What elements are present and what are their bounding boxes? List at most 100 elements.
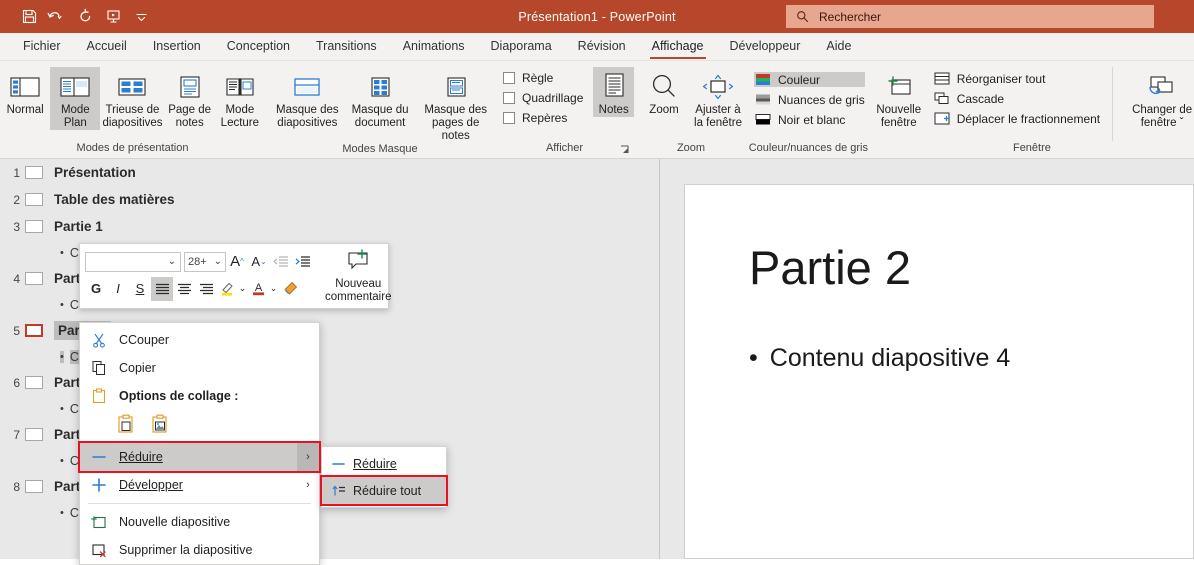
show-checkbox-group: Règle Quadrillage Repères bbox=[495, 67, 589, 125]
outline-row-3[interactable]: 3 Partie 1 bbox=[0, 213, 659, 240]
checkbox-quadrillage[interactable]: Quadrillage bbox=[503, 91, 583, 105]
slide-thumbnail[interactable] bbox=[25, 193, 43, 206]
paste-keep-text-icon[interactable] bbox=[116, 414, 136, 437]
ribbon-button-zoom[interactable]: Zoom bbox=[640, 67, 688, 117]
slide-canvas[interactable]: Partie 2 • Contenu diapositive 4 bbox=[684, 184, 1194, 559]
tab-transitions[interactable]: Transitions bbox=[303, 33, 390, 60]
slide-thumbnail[interactable] bbox=[25, 166, 43, 179]
redo-icon[interactable] bbox=[72, 5, 98, 29]
font-size-dropdown[interactable]: 28+ ⌄ bbox=[184, 251, 226, 272]
ribbon-item-noir-et-blanc[interactable]: Noir et blanc bbox=[754, 112, 865, 127]
slide-thumbnail[interactable] bbox=[25, 428, 43, 441]
ribbon-button-changer-de-fenetre[interactable]: Changer de fenêtre ˇ bbox=[1129, 67, 1194, 130]
outline-row-2[interactable]: 2 Table des matières bbox=[0, 186, 659, 213]
ribbon-button-handout-master[interactable]: Masque du document bbox=[344, 67, 417, 130]
decrease-indent-icon[interactable] bbox=[270, 250, 292, 274]
grayscale-icon bbox=[754, 92, 772, 107]
align-center-button[interactable] bbox=[173, 277, 195, 301]
increase-indent-icon[interactable] bbox=[292, 250, 314, 274]
context-menu[interactable]: CCouper Copier Options de collage : Rédu… bbox=[78, 322, 321, 565]
submenu-label: Réduire tout bbox=[353, 483, 422, 498]
align-right-button[interactable] bbox=[195, 277, 217, 301]
ribbon-group-title: Modes Masque bbox=[342, 143, 418, 155]
paste-picture-icon[interactable] bbox=[150, 414, 170, 437]
slide-thumbnail[interactable] bbox=[25, 480, 43, 493]
submenu-item-reduire-tout[interactable]: Réduire tout bbox=[320, 475, 448, 506]
italic-button[interactable]: I bbox=[107, 277, 129, 301]
collapse-all-icon bbox=[331, 484, 353, 498]
ribbon-button-fit-to-window[interactable]: Ajuster à la fenêtre bbox=[688, 67, 748, 130]
tab-animations[interactable]: Animations bbox=[390, 33, 478, 60]
ribbon-button-reading-view[interactable]: Mode Lecture bbox=[215, 67, 265, 130]
chevron-down-icon[interactable]: ⌄ bbox=[237, 277, 248, 301]
bold-button[interactable]: G bbox=[85, 277, 107, 301]
slide-thumbnail[interactable] bbox=[25, 324, 43, 337]
checkbox-reperes[interactable]: Repères bbox=[503, 111, 583, 125]
context-menu-item-couper[interactable]: CCouper bbox=[80, 326, 319, 354]
ribbon-button-slide-sorter[interactable]: Trieuse de diapositives bbox=[100, 67, 164, 130]
highlight-color-button[interactable] bbox=[217, 277, 237, 301]
font-name-dropdown[interactable]: ⌄ bbox=[85, 251, 181, 272]
align-left-button[interactable] bbox=[151, 276, 173, 301]
font-color-button[interactable]: A bbox=[248, 277, 268, 301]
slide-thumbnail[interactable] bbox=[25, 376, 43, 389]
grow-font-icon[interactable]: A ^ bbox=[226, 250, 248, 274]
new-comment-button[interactable]: Nouveau commentaire bbox=[325, 244, 391, 308]
context-menu-item-developper[interactable]: Développer › bbox=[80, 471, 319, 499]
search-input[interactable]: Rechercher bbox=[786, 5, 1154, 28]
tab-diaporama[interactable]: Diaporama bbox=[478, 33, 565, 60]
tab-affichage[interactable]: Affichage bbox=[639, 33, 717, 60]
ribbon-button-normal[interactable]: Normal bbox=[0, 67, 50, 117]
ribbon-group-title: Couleur/nuances de gris bbox=[748, 142, 868, 154]
save-icon[interactable] bbox=[16, 5, 42, 29]
underline-button[interactable]: S bbox=[129, 277, 151, 301]
ribbon-button-notes-master[interactable]: Masque des pages de notes bbox=[416, 67, 495, 143]
ribbon-item-couleur[interactable]: Couleur bbox=[754, 72, 865, 87]
mini-toolbar-controls: ⌄ 28+ ⌄ A ^ A ⌄ G I S ⌄ A ⌄ bbox=[80, 244, 317, 308]
context-menu-label: Développer bbox=[119, 478, 183, 492]
context-menu-item-nouvelle-diapositive[interactable]: Nouvelle diapositive bbox=[80, 508, 319, 536]
format-painter-button[interactable] bbox=[279, 277, 301, 301]
start-slideshow-icon[interactable] bbox=[100, 5, 126, 29]
slide-sorter-icon bbox=[116, 70, 148, 104]
slide-number: 7 bbox=[13, 427, 20, 442]
checkbox-regle[interactable]: Règle bbox=[503, 71, 583, 85]
ribbon-button-notes-page[interactable]: Page de notes bbox=[165, 67, 215, 130]
tab-aide[interactable]: Aide bbox=[813, 33, 864, 60]
tab-insertion[interactable]: Insertion bbox=[140, 33, 214, 60]
slide-title[interactable]: Partie 2 bbox=[749, 243, 1193, 293]
tab-fichier[interactable]: Fichier bbox=[10, 33, 74, 60]
ribbon-item-cascade[interactable]: Cascade bbox=[933, 91, 1100, 106]
collapse-submenu[interactable]: Réduire Réduire tout bbox=[320, 446, 448, 508]
ribbon-item-reorganiser-tout[interactable]: Réorganiser tout bbox=[933, 71, 1100, 86]
tab-developpeur[interactable]: Développeur bbox=[717, 33, 814, 60]
ribbon-label: Déplacer le fractionnement bbox=[956, 111, 1101, 126]
mini-formatting-toolbar[interactable]: ⌄ 28+ ⌄ A ^ A ⌄ G I S ⌄ A ⌄ Nouveau comm… bbox=[79, 243, 391, 309]
slide-body[interactable]: • Contenu diapositive 4 bbox=[749, 344, 1193, 373]
context-menu-item-reduire[interactable]: Réduire › bbox=[78, 441, 321, 473]
context-menu-item-copier[interactable]: Copier bbox=[80, 354, 319, 382]
shrink-font-icon[interactable]: A ⌄ bbox=[248, 250, 270, 274]
ribbon-item-deplacer-fractionnement[interactable]: Déplacer le fractionnement bbox=[933, 111, 1100, 126]
tab-conception[interactable]: Conception bbox=[214, 33, 303, 60]
chevron-down-icon[interactable]: ⌄ bbox=[268, 277, 279, 301]
ribbon-label: Nouvelle fenêtre bbox=[876, 104, 922, 129]
move-split-icon bbox=[933, 111, 951, 126]
undo-icon[interactable] bbox=[44, 5, 70, 29]
ribbon-button-mode-plan[interactable]: Mode Plan bbox=[50, 67, 101, 130]
ribbon-group-color-grayscale: Couleur Nuances de gris Noir et blanc Co… bbox=[748, 61, 869, 159]
outline-row-1[interactable]: 1 Présentation bbox=[0, 159, 659, 186]
ribbon-item-nuances-de-gris[interactable]: Nuances de gris bbox=[754, 92, 865, 107]
submenu-item-reduire[interactable]: Réduire bbox=[322, 450, 446, 477]
search-placeholder: Rechercher bbox=[819, 9, 882, 24]
ribbon-button-slide-master[interactable]: Masque des diapositives bbox=[271, 67, 344, 130]
dialog-launcher-icon[interactable] bbox=[620, 145, 630, 158]
ribbon-button-nouvelle-fenetre[interactable]: Nouvelle fenêtre bbox=[871, 67, 927, 130]
slide-thumbnail[interactable] bbox=[25, 220, 43, 233]
slide-thumbnail[interactable] bbox=[25, 272, 43, 285]
customize-quick-access-icon[interactable] bbox=[128, 5, 154, 29]
checkbox-box bbox=[503, 72, 515, 84]
tab-revision[interactable]: Révision bbox=[565, 33, 639, 60]
ribbon-button-notes[interactable]: Notes bbox=[593, 67, 634, 117]
tab-accueil[interactable]: Accueil bbox=[74, 33, 140, 60]
